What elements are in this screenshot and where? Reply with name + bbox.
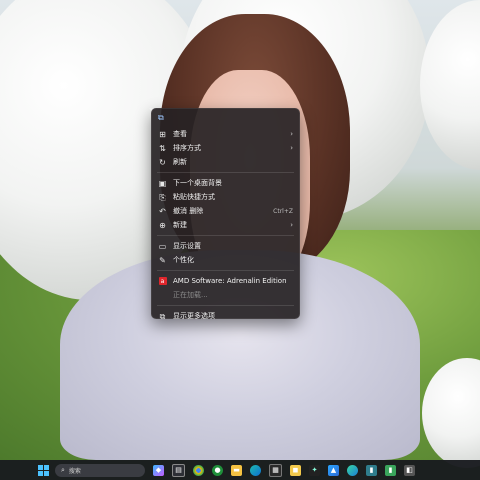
menu-item-label: 新建 [173,221,187,229]
app-icon[interactable]: ✦ [309,464,320,476]
menu-divider [157,305,294,306]
search-icon: ⌕ [61,465,65,474]
menu-item-label: 显示更多选项 [173,312,215,320]
sort-icon: ⇅ [159,143,166,153]
windows-start-icon[interactable] [38,464,49,476]
app-icon[interactable]: ▮ [366,464,377,476]
menu-item-label: 粘贴快捷方式 [173,193,215,201]
task-view-icon[interactable]: ▤ [172,463,185,477]
taskbar: ⌕ 搜索 ◆ ▤ ● ▬ ▦ ◼ ✦ ▲ ▮ ▮ ◧ [0,460,480,480]
menu-top-actions: ⧉ [152,109,299,127]
shortcut-hint: Ctrl+Z [273,207,293,215]
amd-icon: a [158,277,167,286]
menu-divider [157,172,294,173]
chevron-right-icon: › [290,144,293,152]
context-menu: ⧉ ⊞ 查看 › ⇅ 排序方式 › ↻ 刷新 ▣ 下一个桌面背景 ⎘ 粘贴快捷方… [151,108,300,321]
menu-item-undo-delete[interactable]: ↶ 撤消 删除 Ctrl+Z [152,204,299,218]
copy-icon[interactable]: ⧉ [158,113,164,123]
menu-item-personalize[interactable]: ✎ 个性化 [152,253,299,267]
edge-icon[interactable] [250,464,261,476]
edge-icon[interactable] [347,464,358,476]
menu-item-view[interactable]: ⊞ 查看 › [152,127,299,141]
app-icon[interactable]: ◼ [290,464,301,476]
menu-item-label: AMD Software: Adrenalin Edition [173,277,287,285]
new-icon: ⊕ [159,220,166,230]
menu-item-label: 显示设置 [173,242,201,250]
store-icon[interactable]: ▦ [269,463,282,477]
menu-item-loading: 正在加载... [152,288,299,302]
file-explorer-icon[interactable]: ▬ [231,464,242,476]
refresh-icon: ↻ [159,157,166,167]
app-icon[interactable]: ◧ [404,464,415,476]
undo-icon: ↶ [159,206,166,216]
chrome-icon[interactable] [193,464,204,476]
menu-item-label: 正在加载... [173,291,208,299]
menu-item-paste-shortcut[interactable]: ⎘ 粘贴快捷方式 [152,190,299,204]
menu-item-new[interactable]: ⊕ 新建 › [152,218,299,232]
menu-item-label: 刷新 [173,158,187,166]
menu-divider [157,270,294,271]
menu-item-next-background[interactable]: ▣ 下一个桌面背景 [152,176,299,190]
white-ball-right [420,0,480,170]
menu-item-sort[interactable]: ⇅ 排序方式 › [152,141,299,155]
menu-item-label: 撤消 删除 [173,207,204,215]
photos-icon[interactable]: ▲ [328,464,339,476]
display-settings-icon: ▭ [158,241,167,251]
taskbar-search-box[interactable]: ⌕ 搜索 [55,463,145,477]
menu-divider [157,235,294,236]
chevron-right-icon: › [290,221,293,229]
taskbar-apps: ◆ ▤ ● ▬ ▦ ◼ ✦ ▲ ▮ ▮ ◧ [149,463,419,477]
personalize-icon: ✎ [159,255,166,265]
search-placeholder: 搜索 [68,467,81,475]
menu-item-refresh[interactable]: ↻ 刷新 [152,155,299,169]
menu-item-show-more-options[interactable]: ⧉ 显示更多选项 [152,309,299,323]
app-icon[interactable]: ● [212,464,223,476]
menu-item-label: 下一个桌面背景 [173,179,222,187]
chevron-right-icon: › [290,130,293,138]
next-background-icon: ▣ [158,178,167,188]
copilot-icon[interactable]: ◆ [153,464,164,476]
app-icon[interactable]: ▮ [385,464,396,476]
more-options-icon: ⧉ [159,311,166,321]
paste-shortcut-icon: ⎘ [159,192,166,202]
menu-item-amd-software[interactable]: a AMD Software: Adrenalin Edition [152,274,299,288]
menu-item-label: 个性化 [173,256,194,264]
grid-view-icon: ⊞ [159,129,166,139]
menu-item-label: 排序方式 [173,144,201,152]
menu-item-display-settings[interactable]: ▭ 显示设置 [152,239,299,253]
menu-item-label: 查看 [173,130,187,138]
